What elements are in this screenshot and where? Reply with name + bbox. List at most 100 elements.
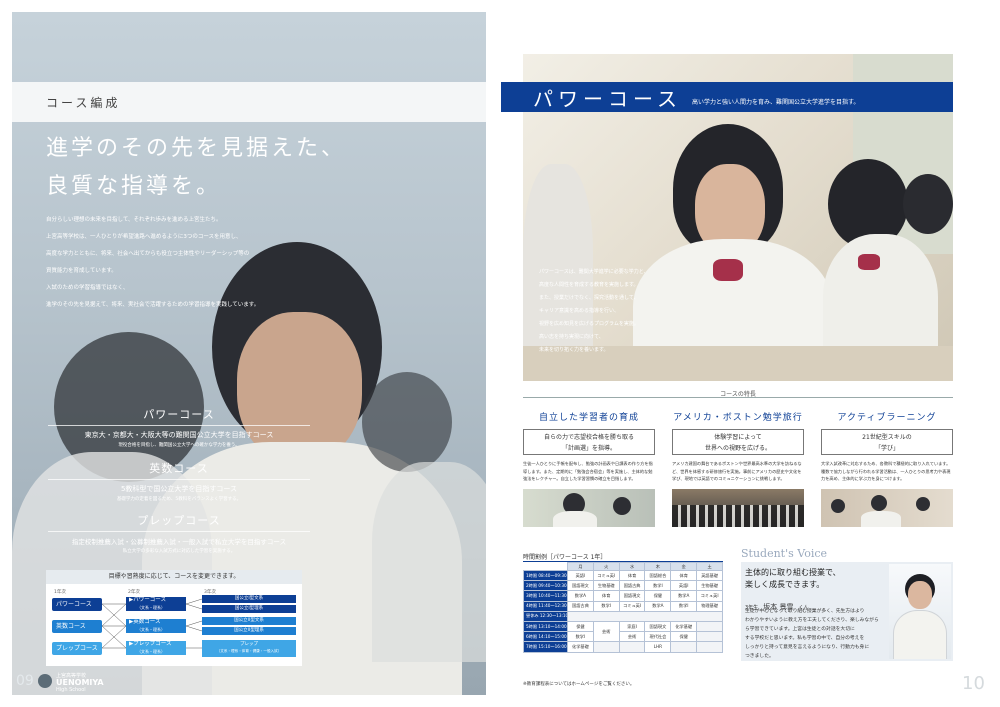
empty-cell bbox=[592, 641, 620, 653]
student-voice-headline: 主体的に取り組む授業で、 楽しく成長できます。 bbox=[745, 567, 841, 591]
table-cell: 体育 bbox=[592, 590, 620, 602]
photo-figure bbox=[613, 497, 631, 515]
year3-box: 国公立I型文系 bbox=[202, 595, 296, 603]
feature-highlight-line: 21世紀型スキルの bbox=[862, 434, 912, 441]
table-cell: 生物基礎 bbox=[592, 580, 620, 592]
overlay-line: キャリア意識を高める指導を行い、 bbox=[539, 308, 620, 314]
divider bbox=[48, 479, 310, 480]
table-row: 昼休み 12:30〜13:10 bbox=[523, 610, 723, 622]
empty-cell bbox=[696, 641, 723, 653]
day-header: 木 bbox=[644, 562, 672, 571]
year3-box: 国公立I型理系 bbox=[202, 605, 296, 613]
overlay-line: 視野を広め知見を広げるプログラムを実施。 bbox=[539, 321, 639, 327]
feature-highlight-line: 世界への視野を広げる。 bbox=[704, 445, 771, 452]
year2-power: ▶パワーコース （文系・理系） bbox=[126, 597, 186, 611]
student-voice-title: Student's Voice bbox=[741, 547, 828, 560]
year-label: 1年次 bbox=[54, 590, 66, 595]
intro-paragraph: 自分らしい理想の未来を目指して、それぞれ歩みを進める上宮生たち。 上宮高等学校は… bbox=[46, 212, 346, 314]
table-cell: 保健 bbox=[567, 620, 594, 633]
timetable-title: 時間割例［パワーコース 1年］ bbox=[523, 554, 607, 561]
section-header-bar: コース編成 bbox=[12, 82, 486, 122]
feature-text: アメリカ建国の舞台であるボストンや世界最高水準の大学を訪ねるなど、世界を体感する… bbox=[672, 461, 802, 481]
feature-photo bbox=[523, 489, 655, 527]
student-voice-text: 生徒が中心となって取り組む授業が多く、先生方はより わかりやすいように教え方を工… bbox=[745, 607, 881, 661]
period-cell: 2時限 09:40〜10:30 bbox=[523, 580, 568, 592]
course-title: パワーコース bbox=[143, 408, 215, 421]
divider bbox=[48, 425, 310, 426]
left-page: コース編成 進学のその先を見据えた、 良質な指導を。 自分らしい理想の未来を目指… bbox=[12, 12, 486, 695]
intro-line: 入試のための学習指導ではなく、 bbox=[46, 285, 129, 291]
period-cell: 5時限 13:10〜14:00 bbox=[523, 620, 568, 633]
table-cell: 数学A bbox=[644, 600, 672, 612]
table-cell: コミュ英I bbox=[592, 569, 620, 582]
portrait-face bbox=[908, 581, 932, 609]
table-cell: コミュ英I bbox=[618, 600, 646, 612]
course-title: プレップコース bbox=[137, 514, 221, 527]
feature-highlight-box: 21世紀型スキルの 「学び」 bbox=[821, 429, 953, 455]
student-voice-box: 主体的に取り組む授業で、 楽しく成長できます。 3年生 坂本 景雪 くん 生徒が… bbox=[741, 562, 953, 661]
table-cell: 国語古典 bbox=[567, 600, 594, 612]
table-cell: 数学I bbox=[592, 600, 620, 612]
table-cell: 数学A bbox=[567, 590, 594, 602]
left-footer: 09 上宮高等学校 UENOMIYA High School bbox=[12, 671, 132, 695]
course-description: 東京大・京都大・大阪大等の難関国公立大学を目指すコース bbox=[84, 431, 274, 439]
course-power: パワーコース 東京大・京都大・大阪大等の難関国公立大学を目指すコース 現役合格を… bbox=[48, 406, 310, 448]
photo-figure bbox=[916, 497, 930, 511]
year2-sub: （文系・理系） bbox=[137, 649, 165, 654]
feature-active-learning: アクティブラーニング 21世紀型スキルの 「学び」 大学入試改革に対応するため、… bbox=[821, 410, 953, 527]
feature-independent-learner: 自立した学習者の育成 自らの力で志望校合格を勝ち取る 「計画選」を指導。 生徒一… bbox=[523, 410, 655, 527]
headline-line: 主体的に取り組む授業で、 bbox=[745, 568, 841, 577]
feature-highlight-box: 体験学習によって 世界への視野を広げる。 bbox=[672, 429, 804, 455]
table-cell: 体育 bbox=[618, 569, 646, 582]
merged-cell: 芸術 bbox=[592, 620, 620, 643]
student-sweater-right bbox=[372, 462, 486, 662]
table-cell: 化学基礎 bbox=[670, 620, 698, 633]
course-title: 英数コース bbox=[149, 462, 209, 475]
year2-eisu: ▶英数コース （文系・理系） bbox=[126, 619, 186, 633]
feature-photo bbox=[821, 489, 953, 527]
intro-line: 資質能力を育成しています。 bbox=[46, 268, 117, 274]
timetable: 月 火 水 木 金 土 1時限 08:40〜09:30 英語I コミュ英I 体育… bbox=[523, 562, 723, 653]
course-subdescription: 現役合格を目指し、難関国公立大学への確かな学力を養う。 bbox=[118, 443, 240, 448]
table-cell: 生物基礎 bbox=[696, 580, 723, 592]
photo-figure bbox=[861, 511, 901, 527]
overlay-line: 未来を切り拓く力を養います。 bbox=[539, 347, 609, 353]
year3-prep-sub: （文系・理系・体育・健康・一般入試） bbox=[216, 649, 282, 653]
overlay-line: 高い志を持ち実現に向けて、 bbox=[539, 334, 604, 340]
period-cell: 3時限 10:40〜11:30 bbox=[523, 590, 568, 602]
year3-box: 国公立II型文系 bbox=[202, 617, 296, 625]
empty-cell bbox=[696, 631, 723, 643]
photo-figure bbox=[871, 495, 887, 511]
school-name-en: UENOMIYA bbox=[56, 678, 104, 687]
lunch-cell bbox=[567, 610, 723, 622]
student-hair-right bbox=[362, 372, 452, 472]
course-description: 5教科型で国公立大学を目指すコース bbox=[120, 485, 238, 493]
feature-highlight-box: 自らの力で志望校合格を勝ち取る 「計画選」を指導。 bbox=[523, 429, 655, 455]
course-description: 指定校制推薦入試・公募制推薦入試・一般入試で私立大学を目指すコース bbox=[71, 538, 287, 546]
student-ribbon bbox=[713, 259, 743, 281]
feature-title: 自立した学習者の育成 bbox=[538, 413, 639, 423]
intro-line: 上宮高等学校は、一人ひとりが希望進路へ進めるように3つのコースを用意し、 bbox=[46, 234, 242, 240]
feature-title: アメリカ・ボストン勉学旅行 bbox=[673, 413, 803, 423]
table-cell: 化学基礎 bbox=[567, 641, 594, 653]
text-line: しっかりと持って意見を言えるようになり、行動力も身に bbox=[745, 645, 870, 650]
text-line: 生徒が中心となって取り組む授業が多く、先生方はより bbox=[745, 609, 865, 614]
year3-prep-label: プレップ bbox=[240, 642, 258, 647]
empty-cell bbox=[696, 620, 723, 633]
course-overlay-text: パワーコースは、難関大学進学に必要な学力と、 高度な人間性を育成する教育を実施し… bbox=[539, 266, 679, 357]
diagram-title: 目標や習熟度に応じて、コースを変更できます。 bbox=[46, 570, 302, 584]
table-cell: 国語総合 bbox=[644, 569, 672, 582]
table-cell: 数学I bbox=[670, 600, 698, 612]
year2-name: ▶パワーコース bbox=[129, 597, 166, 603]
feature-highlight-line: 「学び」 bbox=[874, 445, 899, 452]
table-cell: 保健 bbox=[670, 631, 698, 643]
text-line: わかりやすいように教え方を工夫してくださり、楽しみながら bbox=[745, 618, 879, 623]
table-cell: 英語基礎 bbox=[696, 569, 723, 582]
feature-title: アクティブラーニング bbox=[837, 413, 937, 423]
empty-cell bbox=[618, 641, 646, 653]
empty-cell bbox=[670, 641, 698, 653]
section-label: コース編成 bbox=[46, 95, 121, 110]
table-cell: 現代社会 bbox=[644, 631, 672, 643]
table-cell: 国語現文 bbox=[644, 620, 672, 633]
student-portrait bbox=[889, 564, 951, 659]
